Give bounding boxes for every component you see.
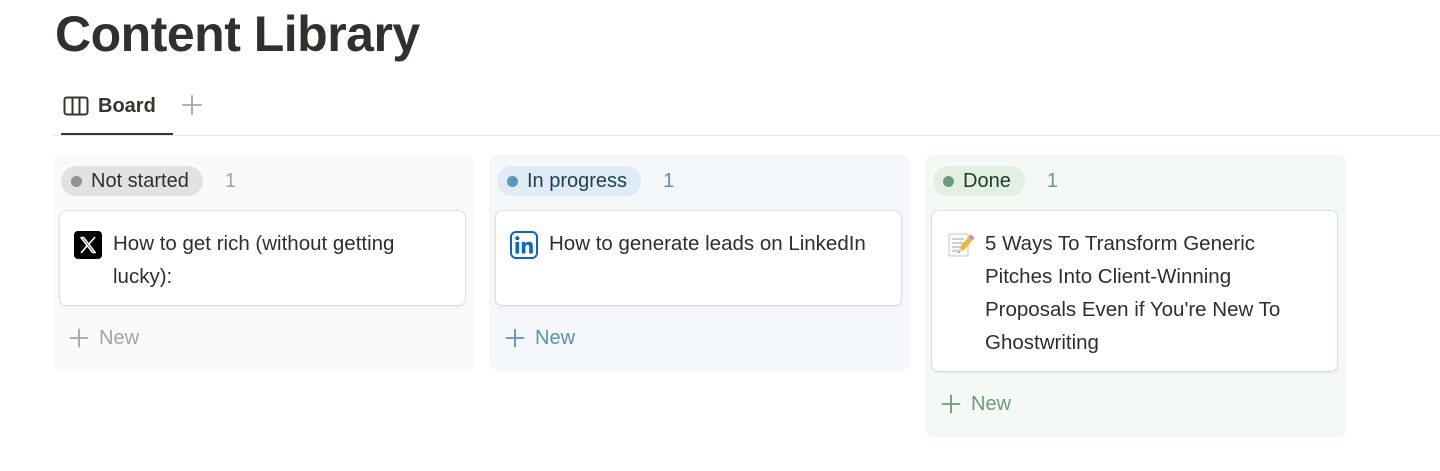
new-card-button[interactable]: New	[941, 389, 1011, 419]
board-card[interactable]: How to get rich (without getting lucky):	[60, 211, 465, 305]
board-card[interactable]: 5 Ways To Transform Generic Pitches Into…	[932, 211, 1337, 371]
status-pill[interactable]: In progress	[497, 166, 642, 196]
status-dot	[507, 175, 518, 187]
status-pill[interactable]: Done	[933, 166, 1025, 196]
card-title: 5 Ways To Transform Generic Pitches Into…	[985, 232, 1281, 354]
x-logo-icon	[74, 231, 102, 259]
column-count: 1	[1046, 169, 1058, 192]
status-label: Not started	[91, 169, 189, 192]
linkedin-logo-icon	[510, 231, 538, 259]
memo-pencil-icon	[946, 231, 974, 259]
new-card-label: New	[535, 326, 576, 349]
page-title: Content Library	[55, 6, 420, 62]
board-card[interactable]: How to generate leads on LinkedIn	[496, 211, 901, 305]
column-header: Done 1	[933, 166, 1058, 196]
new-card-button[interactable]: New	[505, 323, 575, 353]
column-count: 1	[224, 169, 236, 192]
new-card-button[interactable]: New	[69, 323, 139, 353]
new-card-label: New	[99, 326, 140, 349]
tab-board-label: Board	[98, 94, 156, 117]
board-column-not-started: Not started 1 How to get rich (without g…	[53, 155, 474, 371]
add-view-button[interactable]	[179, 91, 205, 119]
plus-icon	[69, 328, 89, 348]
plus-icon	[941, 394, 961, 414]
column-header: Not started 1	[61, 166, 236, 196]
plus-icon	[505, 328, 525, 348]
board-columns-icon	[63, 96, 89, 116]
board-column-in-progress: In progress 1 How to generate leads on L…	[489, 155, 910, 371]
status-dot	[71, 175, 82, 187]
status-pill[interactable]: Not started	[61, 166, 203, 196]
card-title: How to get rich (without getting lucky):	[113, 232, 395, 288]
column-count: 1	[663, 169, 675, 192]
page: Content Library Board Not started 1 How …	[0, 0, 1440, 471]
active-tab-indicator	[61, 133, 173, 135]
column-header: In progress 1	[497, 166, 674, 196]
view-tabs-bar: Board	[53, 85, 1440, 136]
status-label: In progress	[527, 169, 628, 192]
status-dot	[943, 175, 954, 187]
new-card-label: New	[971, 392, 1012, 415]
tab-board[interactable]: Board	[63, 91, 156, 121]
plus-icon	[181, 94, 203, 116]
status-label: Done	[963, 169, 1011, 192]
card-title: How to generate leads on LinkedIn	[549, 232, 866, 255]
board-column-done: Done 1 5 Ways To Transform Generic Pitch…	[925, 155, 1346, 437]
